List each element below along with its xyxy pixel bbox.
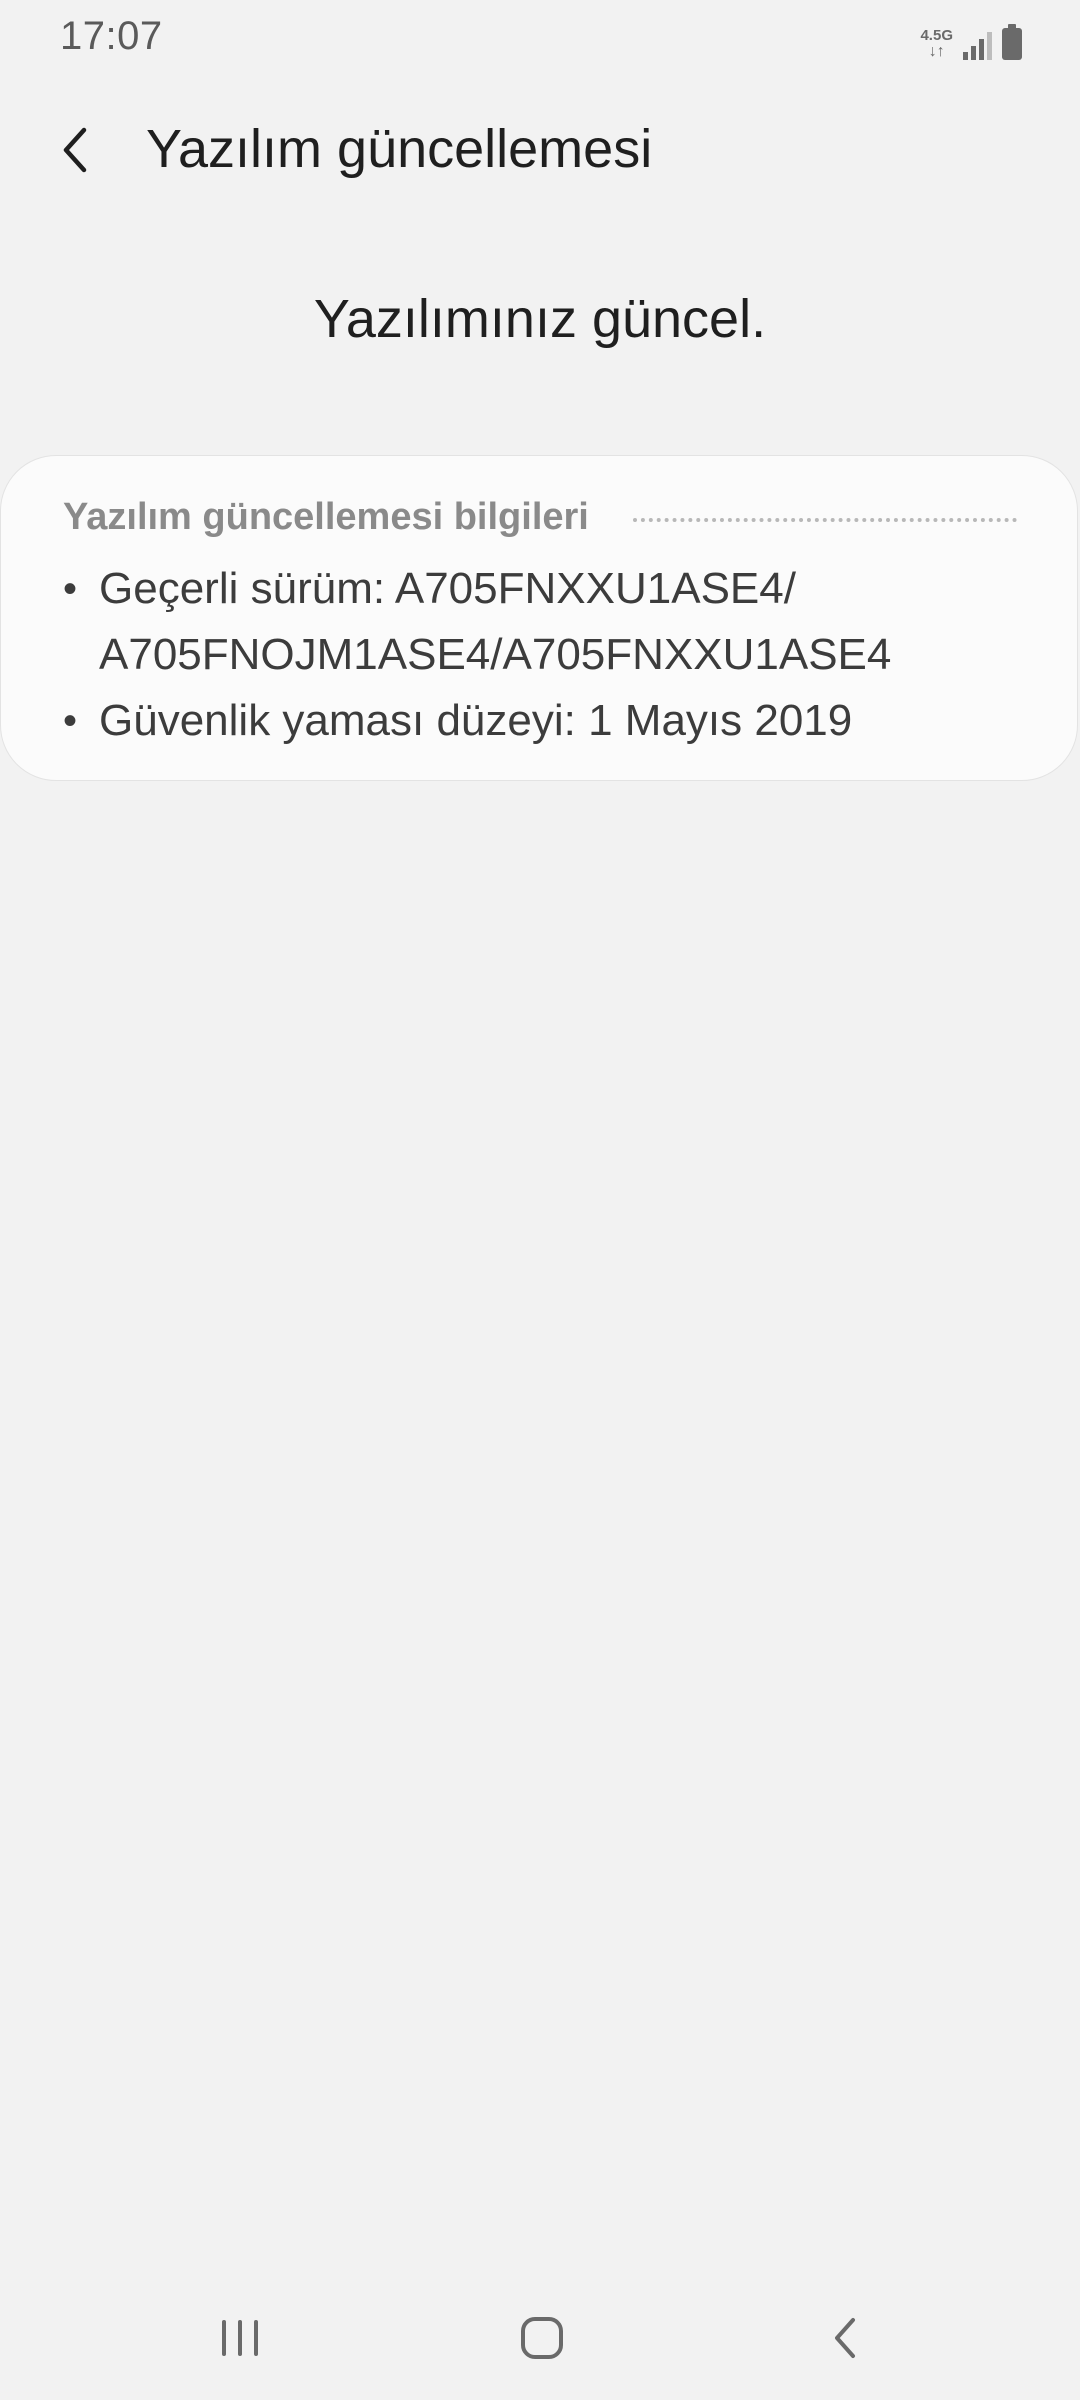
home-icon bbox=[521, 2317, 563, 2359]
network-type-label: 4.5G bbox=[920, 27, 953, 44]
recent-apps-button[interactable] bbox=[200, 2298, 280, 2378]
update-info-card: Yazılım güncellemesi bilgileri • Geçerli… bbox=[0, 455, 1078, 781]
back-button[interactable] bbox=[46, 120, 106, 180]
current-version-line2: A705FNOJM1ASE4/A705FNXXU1ASE4 bbox=[99, 630, 892, 679]
status-time: 17:07 bbox=[60, 14, 163, 58]
network-activity-arrows: ↓↑ bbox=[928, 43, 945, 60]
chevron-left-icon bbox=[63, 127, 87, 173]
back-icon bbox=[835, 2318, 855, 2358]
card-title: Yazılım güncellemesi bilgileri bbox=[63, 496, 589, 538]
navigation-bar bbox=[0, 2268, 1080, 2400]
bullet-icon: • bbox=[63, 699, 78, 743]
signal-icon bbox=[963, 28, 992, 60]
update-status-message: Yazılımınız güncel. bbox=[313, 289, 767, 349]
app-header: Yazılım güncellemesi bbox=[0, 100, 1080, 200]
status-bar: 17:07 4.5G ↓↑ bbox=[0, 0, 1080, 80]
current-version-line1: Geçerli sürüm: A705FNXXU1ASE4/ bbox=[99, 564, 796, 613]
battery-icon bbox=[1002, 24, 1022, 60]
home-button[interactable] bbox=[502, 2298, 582, 2378]
network-type-icon: 4.5G ↓↑ bbox=[920, 28, 953, 60]
info-list: • Geçerli sürüm: A705FNXXU1ASE4/ A705FNO… bbox=[61, 556, 1037, 754]
recent-apps-icon bbox=[222, 2320, 258, 2356]
security-patch-text: Güvenlik yaması düzeyi: 1 Mayıs 2019 bbox=[99, 696, 853, 745]
current-version-item: • Geçerli sürüm: A705FNXXU1ASE4/ A705FNO… bbox=[61, 556, 1037, 688]
nav-back-button[interactable] bbox=[805, 2298, 885, 2378]
page-title: Yazılım güncellemesi bbox=[146, 119, 653, 179]
dotted-divider bbox=[632, 517, 1017, 522]
security-patch-item: • Güvenlik yaması düzeyi: 1 Mayıs 2019 bbox=[61, 688, 1037, 754]
bullet-icon: • bbox=[63, 567, 78, 611]
card-header: Yazılım güncellemesi bilgileri bbox=[63, 496, 1017, 539]
status-icons: 4.5G ↓↑ bbox=[920, 20, 1022, 60]
